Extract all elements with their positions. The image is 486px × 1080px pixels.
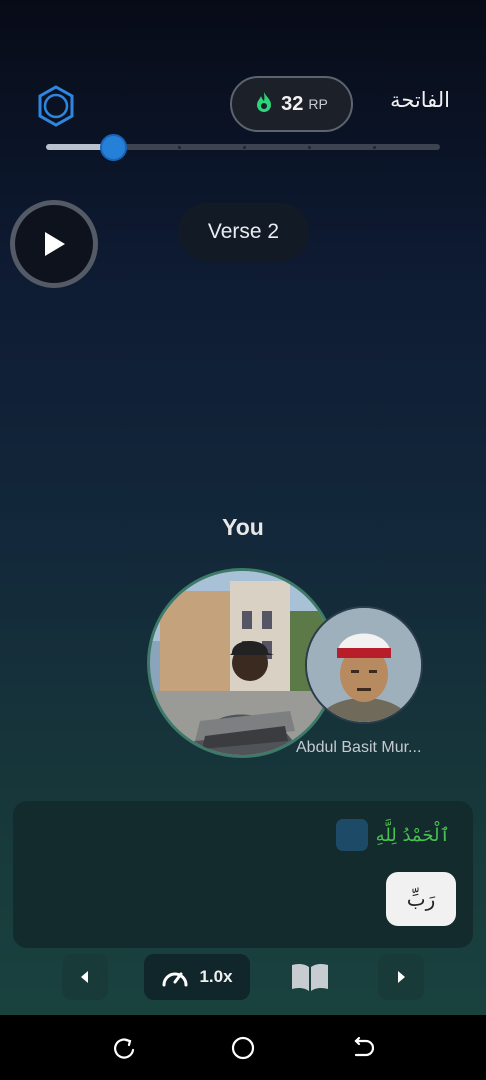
slider-tick [308,146,311,149]
you-label: You [222,514,264,540]
chevron-left-icon [81,971,88,983]
play-icon [45,232,65,256]
home-icon[interactable] [229,1034,257,1062]
rp-value: 32 [281,92,304,115]
open-book-icon [292,963,328,991]
reciter-name: Abdul Basit Mur... [296,739,422,756]
flame-icon [255,91,273,118]
recent-apps-icon[interactable] [110,1034,138,1062]
surah-title: الفاتحة [390,88,450,112]
next-word-chip[interactable]: رَبِّ [386,872,456,926]
rp-badge[interactable]: 32 RP [230,76,353,132]
next-button[interactable] [378,954,424,1000]
back-icon[interactable] [348,1034,376,1062]
current-word-placeholder [335,819,368,851]
playback-speed-button[interactable]: 1.0x [144,954,250,1000]
reciter-avatar [305,606,423,724]
recited-words: ٱلْحَمْدُ لِلَّهِ [335,819,450,851]
play-button[interactable] [10,200,98,288]
chevron-right-icon [398,971,405,983]
settings-hexagon-icon[interactable] [34,84,78,128]
speed-label: 1.0x [199,967,233,986]
speedometer-icon [162,972,188,987]
slider-tick [373,146,376,149]
verse-slider-thumb[interactable] [100,134,127,161]
slider-tick [243,146,246,149]
previous-button[interactable] [62,954,108,1000]
verse-indicator: Verse 2 [178,203,309,261]
rp-unit: RP [308,96,328,112]
slider-tick [178,146,181,149]
recited-text: ٱلْحَمْدُ لِلَّهِ [375,824,450,846]
mushaf-button[interactable] [284,954,336,1000]
